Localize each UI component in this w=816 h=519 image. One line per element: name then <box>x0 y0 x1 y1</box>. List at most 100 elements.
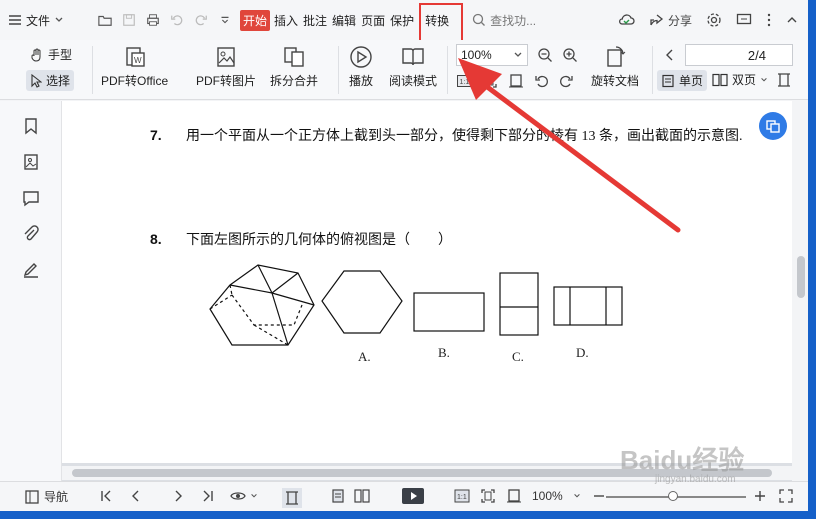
option-c-label: C. <box>512 349 524 364</box>
open-folder-icon[interactable] <box>98 13 112 27</box>
actual-size-icon[interactable]: 1:1 <box>456 73 472 89</box>
split-merge-icon <box>284 47 304 67</box>
double-page-label: 双页 <box>732 73 757 87</box>
tab-comment[interactable]: 批注 <box>302 10 328 31</box>
single-page-button[interactable]: 单页 <box>657 70 708 91</box>
question-text: 用一个平面从一个正方体上截到头一部分，使得剩下部分的棱有 13 条，画出截面的示… <box>186 129 743 144</box>
fit-page-icon[interactable] <box>480 488 496 504</box>
message-icon[interactable] <box>736 13 752 27</box>
svg-text:W: W <box>134 56 142 65</box>
option-a-hexagon <box>321 270 403 334</box>
comment-icon[interactable] <box>22 189 40 207</box>
app-window: 文件 开始 插入 批注 编辑 页面 保护 转换 查找功... 分享 手型 选择 … <box>0 0 808 511</box>
hand-tool-button[interactable]: 手型 <box>30 46 72 63</box>
next-page-icon[interactable] <box>170 488 186 504</box>
watermark-url: jingyan.baidu.com <box>655 474 736 485</box>
page-number-input[interactable]: 2/4 <box>685 44 793 66</box>
last-page-icon[interactable] <box>200 488 216 504</box>
question-text: 下面左图所示的几何体的俯视图是（ ） <box>186 233 452 248</box>
play-slideshow-button[interactable] <box>402 488 424 504</box>
chevron-down-icon <box>514 52 522 57</box>
double-page-icon <box>712 73 728 86</box>
translate-icon <box>766 120 780 133</box>
bookmark-icon[interactable] <box>22 117 40 135</box>
chevron-down-icon <box>251 494 257 498</box>
hamburger-icon <box>9 15 21 25</box>
zoom-in-icon[interactable] <box>562 47 578 63</box>
continuous-scroll-icon[interactable] <box>776 72 792 88</box>
share-button[interactable]: 分享 <box>649 12 692 29</box>
scroll-thumb[interactable] <box>797 256 805 298</box>
redo-icon[interactable] <box>194 13 208 27</box>
split-merge-button[interactable]: 拆分合并 <box>270 44 318 89</box>
collapse-ribbon-icon[interactable] <box>786 15 798 25</box>
navigation-label: 导航 <box>44 490 69 504</box>
play-icon <box>350 46 372 68</box>
customize-dropdown-icon[interactable] <box>218 13 232 27</box>
previous-page-icon[interactable] <box>128 488 144 504</box>
statusbar-right <box>752 488 794 504</box>
zoom-percent[interactable]: 100% <box>532 489 563 503</box>
attachment-icon[interactable] <box>22 225 40 243</box>
rotate-left-icon[interactable] <box>534 73 550 89</box>
cloud-sync-icon[interactable] <box>617 12 635 28</box>
pdf-to-office-button[interactable]: W PDF转Office <box>101 44 168 89</box>
zoom-slider-handle[interactable] <box>668 491 678 501</box>
vertical-scrollbar[interactable] <box>794 101 808 481</box>
continuous-scroll-icon <box>286 491 298 505</box>
tab-edit[interactable]: 编辑 <box>331 10 357 31</box>
toolbar-divider <box>652 46 653 94</box>
page-navigation <box>98 488 216 504</box>
tab-insert[interactable]: 插入 <box>273 10 299 31</box>
fit-width-icon[interactable] <box>506 488 522 504</box>
first-page-icon[interactable] <box>98 488 114 504</box>
navigation-toggle[interactable]: 导航 <box>24 488 68 505</box>
print-icon[interactable] <box>146 13 160 27</box>
hand-icon <box>31 48 41 62</box>
zoom-slider[interactable] <box>606 491 746 501</box>
document-viewport[interactable]: 7. 用一个平面从一个正方体上截到头一部分，使得剩下部分的棱有 13 条，画出截面… <box>62 101 792 481</box>
fullscreen-icon[interactable] <box>778 488 794 504</box>
select-tool-button[interactable]: 选择 <box>26 70 75 91</box>
option-b-label: B. <box>438 345 450 360</box>
zoom-out-icon[interactable] <box>591 488 607 504</box>
svg-text:1:1: 1:1 <box>457 494 467 501</box>
rotate-document-button[interactable]: 旋转文档 <box>591 44 639 89</box>
chevron-down-icon[interactable] <box>573 492 581 500</box>
view-mode-buttons <box>330 488 370 504</box>
file-menu[interactable]: 文件 <box>0 12 92 29</box>
function-search[interactable]: 查找功... <box>472 12 536 29</box>
signature-icon[interactable] <box>22 261 40 279</box>
save-icon[interactable] <box>122 13 136 27</box>
double-page-icon[interactable] <box>354 488 370 504</box>
share-icon <box>650 14 664 26</box>
fit-width-icon[interactable] <box>508 73 524 89</box>
fit-page-icon[interactable] <box>482 73 498 89</box>
settings-gear-icon[interactable] <box>706 12 722 28</box>
floating-tool-button[interactable] <box>759 112 787 140</box>
tab-page[interactable]: 页面 <box>360 10 386 31</box>
pdf-to-image-button[interactable]: PDF转图片 <box>196 44 256 89</box>
split-merge-label: 拆分合并 <box>270 74 319 88</box>
play-button[interactable]: 播放 <box>348 44 374 89</box>
page-indicator: 2/4 <box>747 47 766 63</box>
zoom-in-icon[interactable] <box>752 488 768 504</box>
tab-protect[interactable]: 保护 <box>389 10 415 31</box>
double-page-button[interactable]: 双页 <box>712 71 768 88</box>
actual-size-icon[interactable]: 1:1 <box>454 488 470 504</box>
tab-home[interactable]: 开始 <box>240 9 271 31</box>
hexagonal-prism-figure <box>209 264 315 346</box>
single-page-icon[interactable] <box>330 488 346 504</box>
thumbnail-icon[interactable] <box>22 153 40 171</box>
undo-icon[interactable] <box>170 13 184 27</box>
rotate-right-icon[interactable] <box>558 73 574 89</box>
previous-page-icon[interactable] <box>662 47 678 63</box>
highlight-box <box>419 3 463 43</box>
more-vertical-icon[interactable] <box>766 13 772 27</box>
zoom-select[interactable]: 100% <box>456 44 528 66</box>
continuous-view-button[interactable] <box>282 488 302 508</box>
read-mode-button[interactable]: 阅读模式 <box>389 44 437 89</box>
eye-protection-toggle[interactable] <box>230 488 258 504</box>
pdf-to-office-icon: W <box>125 47 145 67</box>
zoom-out-icon[interactable] <box>537 47 553 63</box>
